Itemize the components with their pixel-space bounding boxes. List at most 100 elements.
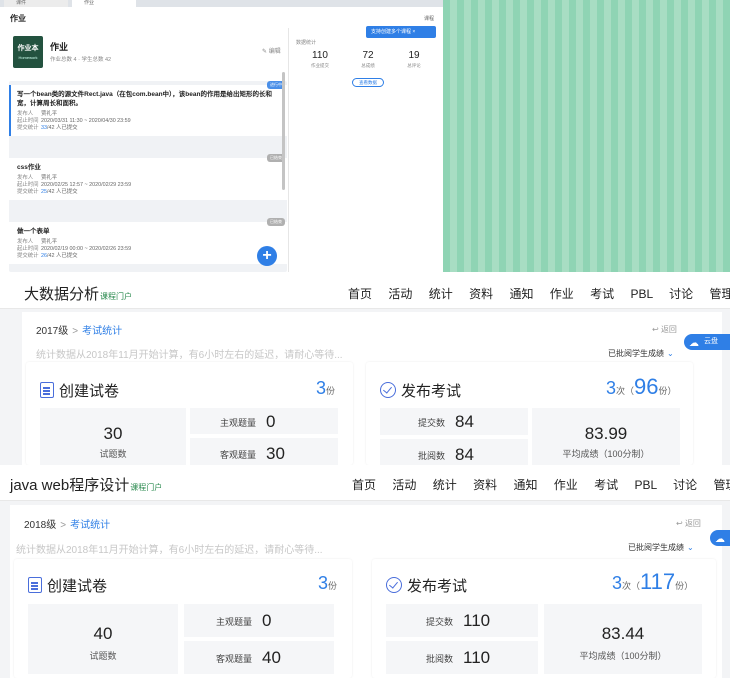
nav-homework[interactable]: 作业: [554, 478, 578, 492]
check-circle-icon: [386, 577, 402, 593]
breadcrumb-link[interactable]: 考试统计: [70, 520, 110, 531]
book-meta: 作业总数 4 · 学生总数 42: [50, 57, 112, 63]
document-icon: [40, 382, 54, 398]
total-questions-tile: 30 试题数: [40, 408, 186, 465]
nav-stats[interactable]: 统计: [433, 478, 457, 492]
nav-discussion[interactable]: 讨论: [669, 287, 693, 301]
add-homework-button[interactable]: +: [257, 246, 277, 266]
chevron-down-icon: ⌄: [667, 349, 674, 358]
list-item[interactable]: 进行中 写一个bean类的源文件Rect.java（在包com.bean中），该…: [9, 81, 287, 136]
breadcrumb: 2018级 > 考试统计: [24, 520, 111, 531]
card-title: 发布考试: [386, 575, 467, 596]
average-score-tile: 83.99 平均成绩（100分制）: [532, 408, 680, 465]
portal-label: 课程门户: [130, 483, 163, 492]
edit-button[interactable]: ✎ 编辑: [262, 46, 281, 55]
top-header: 大数据分析课程门户 首页 活动 统计 资料 通知 作业 考试 PBL 讨论 管理: [0, 272, 730, 309]
course-link[interactable]: 课程: [424, 15, 434, 22]
cloud-disk-button[interactable]: ☁云盘: [710, 530, 730, 546]
review-tile: 批阅数 84: [380, 439, 528, 465]
submission-tile: 提交数 110: [386, 604, 538, 637]
publish-exam-card: 发布考试 3次（96份） 提交数 84 批阅数 84 83.99 平均成绩（100分…: [366, 362, 693, 465]
nav-pbl[interactable]: PBL: [631, 287, 653, 301]
review-tile: 批阅数 110: [386, 641, 538, 674]
back-icon: ↩: [676, 519, 683, 528]
exam-count: 3次（96份）: [606, 374, 677, 399]
course-title: java web程序设计课程门户: [10, 477, 163, 494]
subjective-tile: 主观题量 0: [190, 408, 338, 434]
main-nav: 首页 活动 统计 资料 通知 作业 考试 PBL 讨论 管理: [348, 285, 730, 302]
paper-count: 3份: [316, 378, 336, 398]
create-paper-card: 创建试卷 3份 30 试题数 主观题量 0 客观题量 30: [26, 362, 353, 465]
average-score-tile: 83.44 平均成绩（100分制）: [544, 604, 702, 674]
cloud-icon: ☁: [689, 338, 699, 349]
homework-title: 写一个bean类的源文件Rect.java（在包com.bean中），该bean…: [17, 91, 272, 107]
nav-activity[interactable]: 活动: [392, 478, 416, 492]
homework-title: css作业: [17, 164, 41, 171]
nav-home[interactable]: 首页: [348, 287, 372, 301]
breadcrumb-link[interactable]: 考试统计: [82, 326, 122, 337]
portal-label: 课程门户: [100, 292, 133, 301]
tip-toast[interactable]: 支持创建多个课程 ×: [366, 26, 436, 38]
edit-label: 编辑: [268, 49, 281, 55]
cloud-icon: ☁: [715, 534, 725, 545]
decorative-stripes: [443, 0, 730, 272]
card-title: 发布考试: [380, 380, 461, 401]
cover-text: 作业本: [17, 45, 39, 52]
nav-manage[interactable]: 管理: [713, 478, 730, 492]
notice-text: 统计数据从2018年11月开始计算，有6小时左右的延迟，请耐心等待...: [36, 350, 343, 361]
book-title: 作业: [50, 42, 69, 52]
document-icon: [28, 577, 42, 593]
nav-manage[interactable]: 管理: [709, 287, 730, 301]
exam-stats-page-2018: java web程序设计课程门户 首页 活动 统计 资料 通知 作业 考试 PB…: [0, 465, 730, 678]
nav-materials[interactable]: 资料: [469, 287, 493, 301]
submission-tile: 提交数 84: [380, 408, 528, 435]
time-row: 起止时间 2020/03/31 11:30 ~ 2020/04/30 23:59: [17, 118, 131, 124]
nav-homework[interactable]: 作业: [550, 287, 574, 301]
nav-notice[interactable]: 通知: [513, 478, 537, 492]
stats-label: 数据统计: [296, 40, 317, 46]
status-badge: 已结束: [267, 218, 285, 226]
submit-row: 提交统计 26/42 人已提交: [17, 253, 78, 259]
score-filter-select[interactable]: 已批阅学生成绩 ⌄: [608, 348, 674, 359]
card-title: 创建试卷: [40, 380, 119, 401]
back-button[interactable]: ↩ 返回: [652, 324, 677, 335]
nav-discussion[interactable]: 讨论: [673, 478, 697, 492]
chevron-down-icon: ⌄: [687, 543, 694, 552]
submit-row: 提交统计 33/42 人已提交: [17, 125, 78, 131]
cloud-disk-button[interactable]: ☁云盘: [684, 334, 730, 350]
stat-comments: 19 总评论: [407, 50, 421, 68]
publisher-row: 发布人 贾礼平: [17, 111, 58, 117]
cover-subtext: Homework: [18, 55, 38, 60]
publisher-row: 发布人 贾礼平: [17, 239, 58, 245]
nav-home[interactable]: 首页: [352, 478, 376, 492]
list-item[interactable]: 已结束 做一个表单 发布人 贾礼平 起止时间 2020/02/19 00:00 ~ …: [9, 218, 287, 264]
publisher-row: 发布人 贾礼平: [17, 175, 58, 181]
homework-list-pane: 作业本 Homework 作业 作业总数 4 · 学生总数 42 ✎ 编辑 进行…: [6, 28, 289, 272]
nav-exam[interactable]: 考试: [594, 478, 618, 492]
page-title: 作业: [10, 14, 26, 23]
nav-pbl[interactable]: PBL: [635, 478, 657, 492]
tab-courseware[interactable]: 课件: [4, 0, 68, 7]
publish-exam-card: 发布考试 3次（117份） 提交数 110 批阅数 110 83.44 平均成绩（1…: [372, 559, 716, 678]
stat-scores: 72 总成绩: [361, 50, 375, 68]
breadcrumb: 2017级 > 考试统计: [36, 326, 123, 337]
subjective-tile: 主观题量 0: [184, 604, 334, 637]
tab-homework[interactable]: 作业: [72, 0, 136, 7]
top-header: java web程序设计课程门户 首页 活动 统计 资料 通知 作业 考试 PB…: [0, 465, 730, 501]
nav-exam[interactable]: 考试: [590, 287, 614, 301]
nav-materials[interactable]: 资料: [473, 478, 497, 492]
exam-stats-page-2017: 大数据分析课程门户 首页 活动 统计 资料 通知 作业 考试 PBL 讨论 管理…: [0, 272, 730, 465]
view-data-button[interactable]: 查看数据: [352, 78, 384, 87]
submit-row: 提交统计 25/42 人已提交: [17, 189, 78, 195]
paper-count: 3份: [318, 573, 338, 593]
check-circle-icon: [380, 382, 396, 398]
homework-book-cover: 作业本 Homework: [13, 36, 43, 68]
nav-stats[interactable]: 统计: [429, 287, 453, 301]
list-scrollbar[interactable]: [282, 72, 285, 190]
back-button[interactable]: ↩ 返回: [676, 518, 701, 529]
list-item[interactable]: 已结束 css作业 发布人 贾礼平 起止时间 2020/02/25 12:57 ~ …: [9, 154, 287, 200]
nav-activity[interactable]: 活动: [388, 287, 412, 301]
score-filter-select[interactable]: 已批阅学生成绩 ⌄: [628, 542, 694, 553]
back-icon: ↩: [652, 325, 659, 334]
nav-notice[interactable]: 通知: [509, 287, 533, 301]
